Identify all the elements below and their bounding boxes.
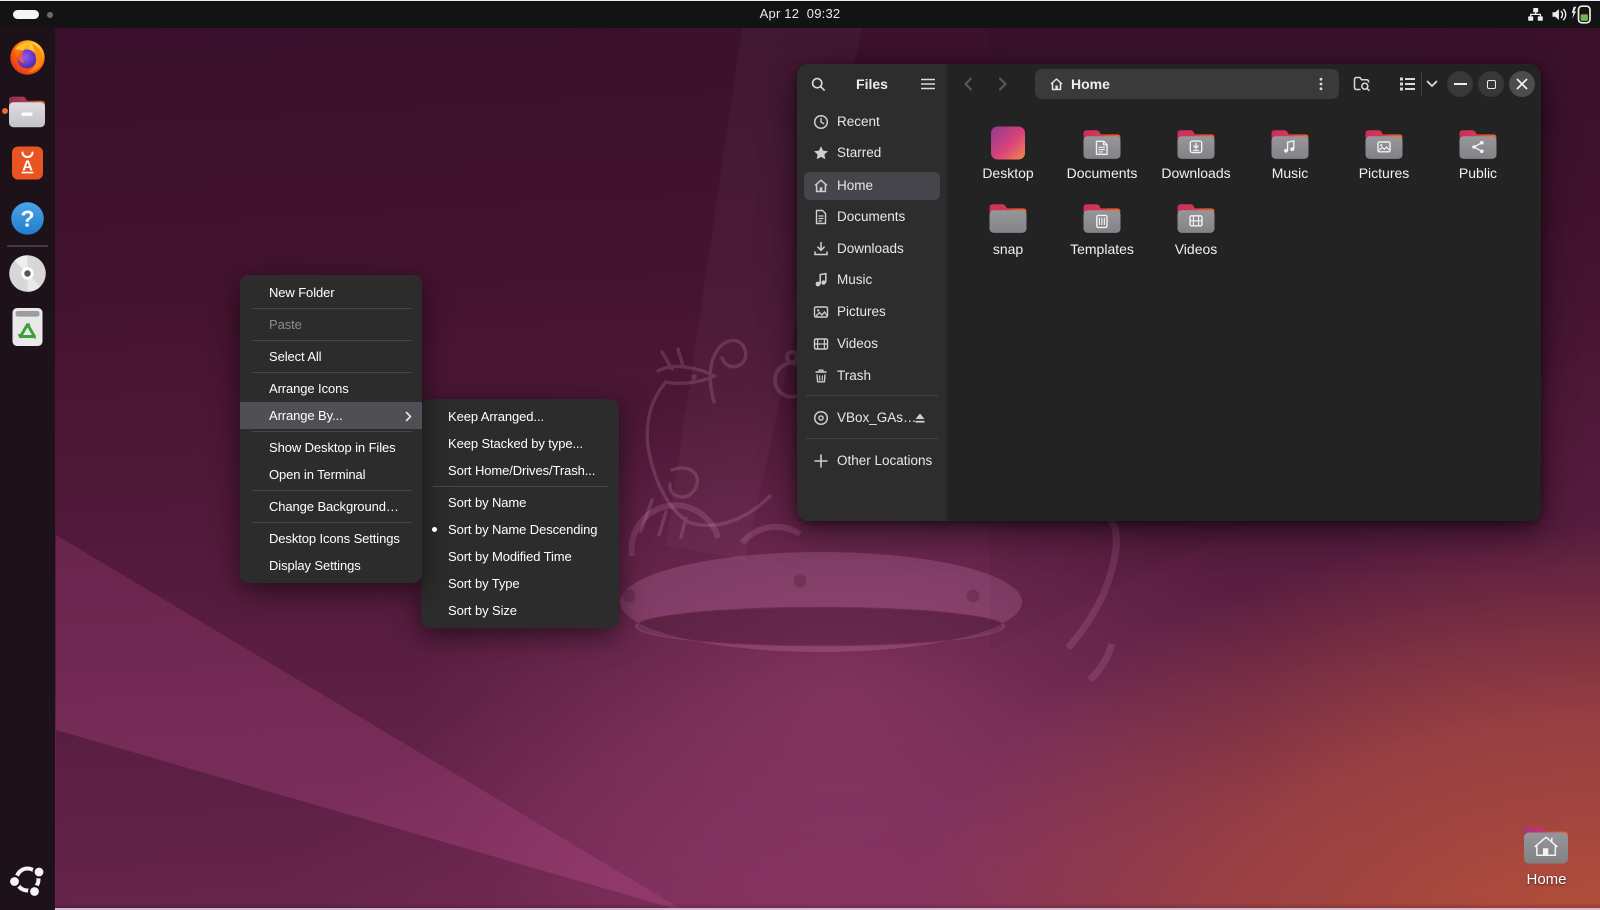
svg-text:?: ?	[20, 206, 34, 232]
